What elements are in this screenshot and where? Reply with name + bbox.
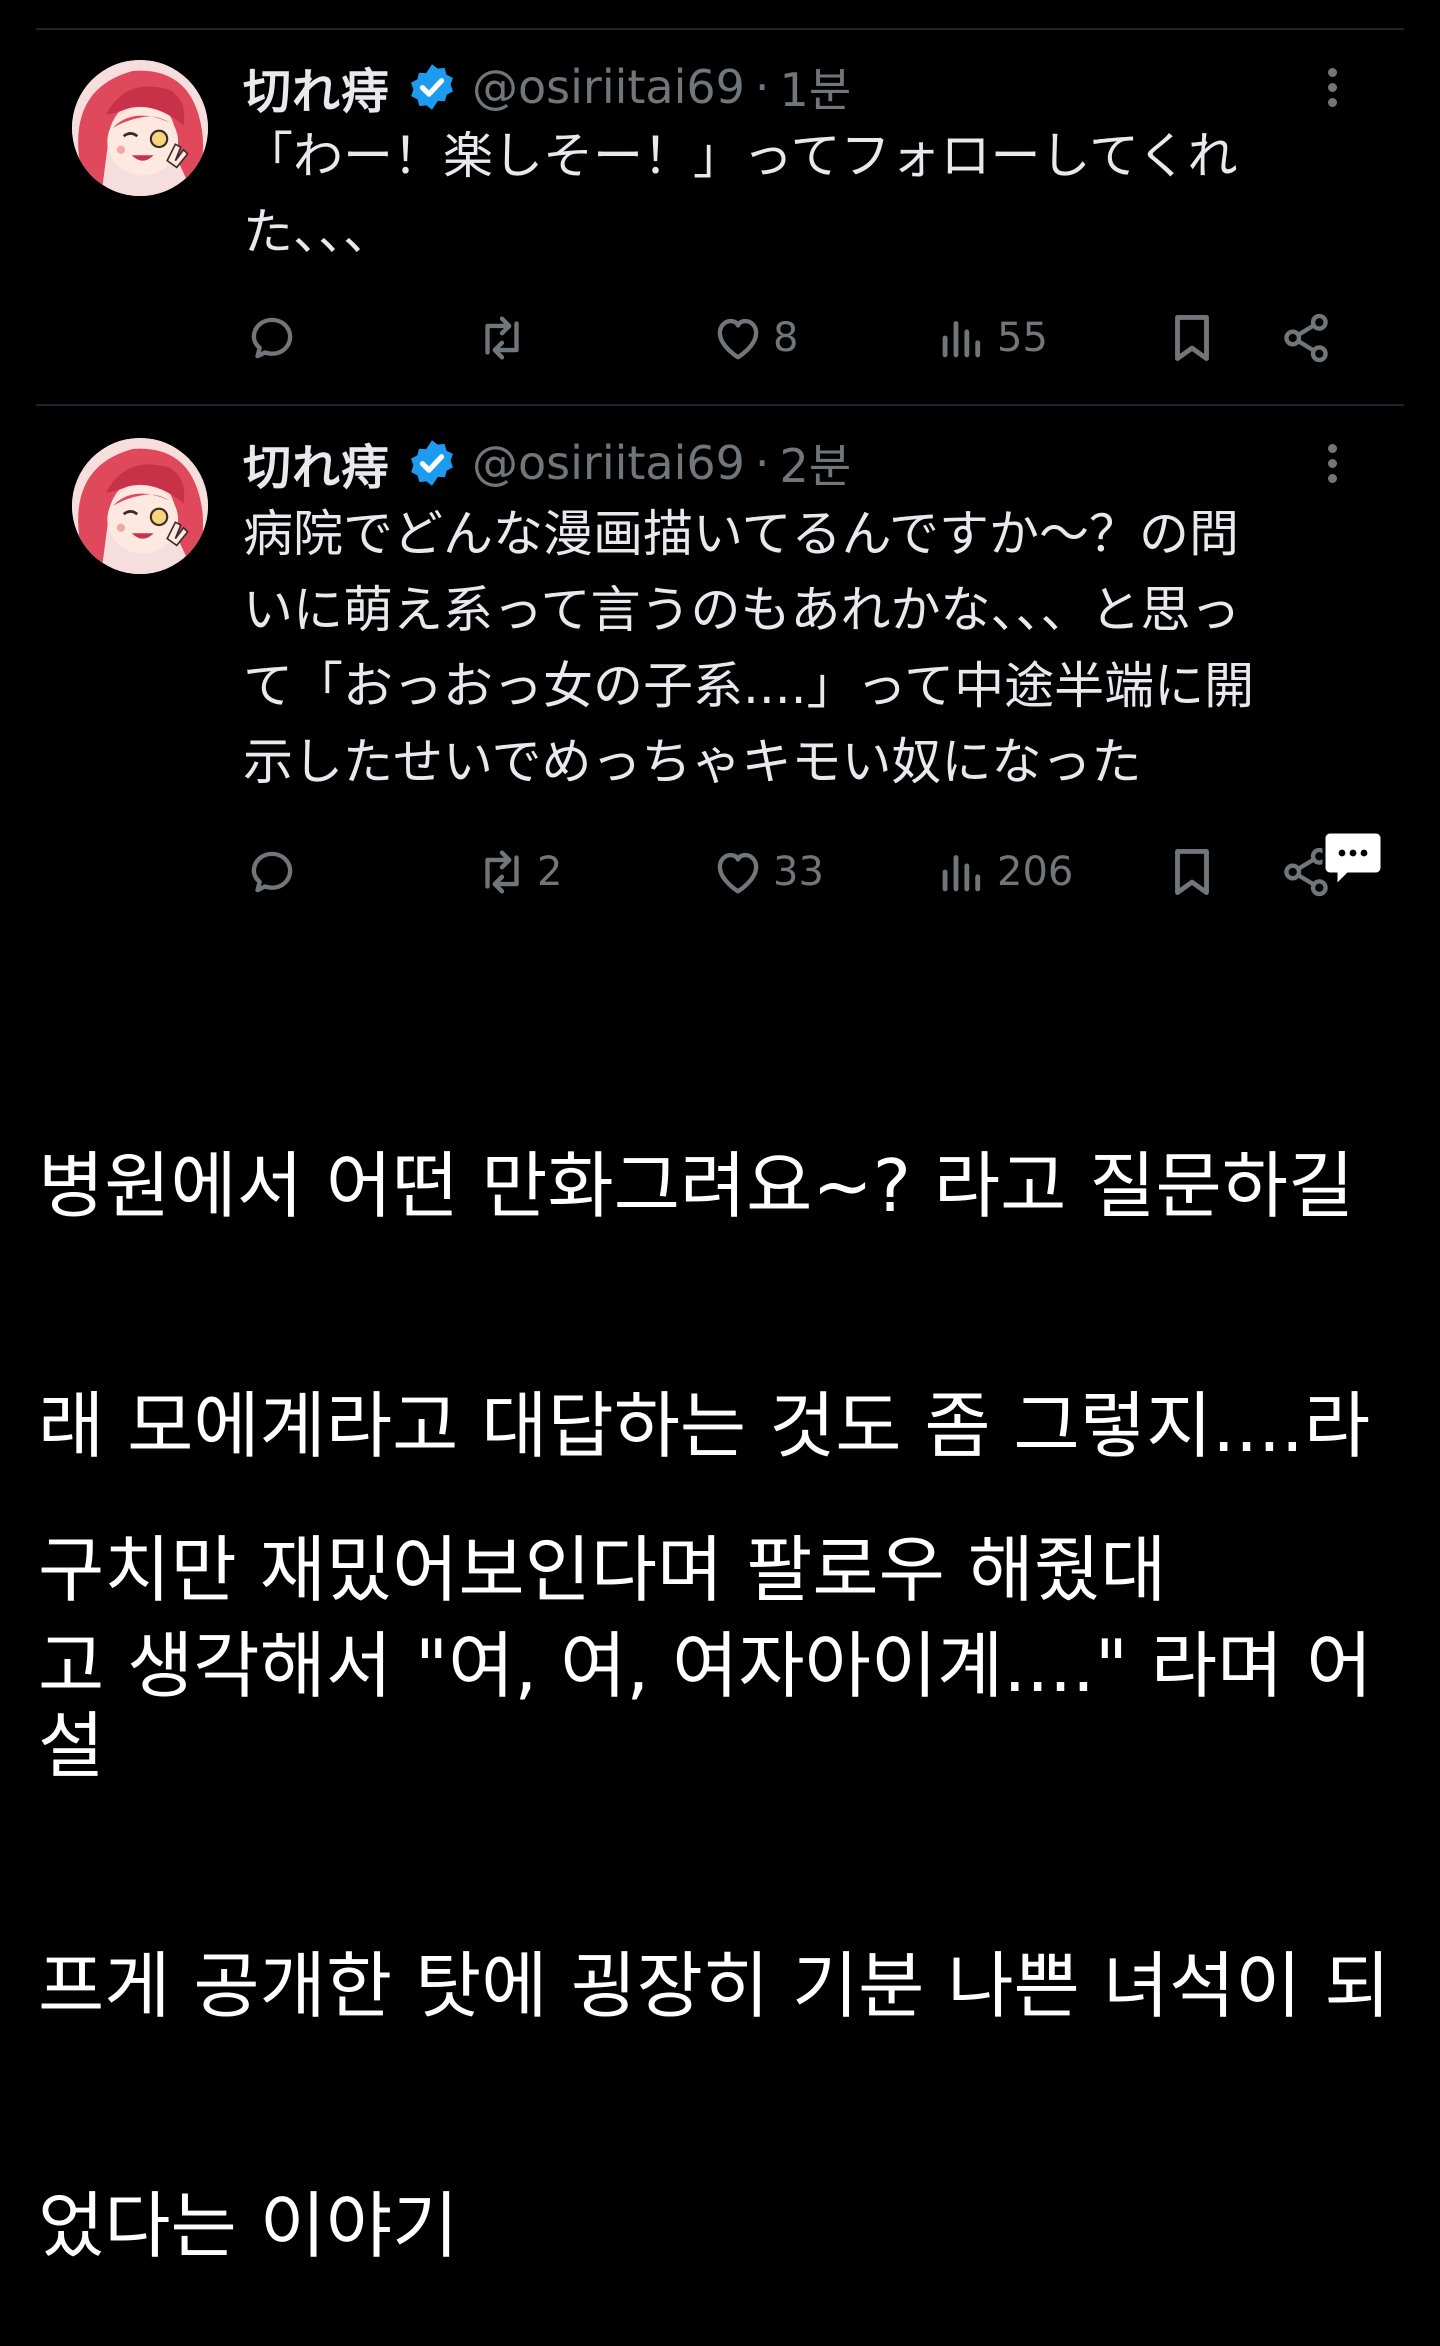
views-icon	[933, 843, 991, 901]
tweet-divider	[36, 404, 1404, 406]
user-handle[interactable]: @osiriitai69	[472, 436, 745, 490]
verified-badge-icon	[406, 61, 458, 113]
caption-footer: 구치만 재밌어보인다며 팔로우 해줬대	[38, 1528, 1167, 1612]
tweet-text-line: 「わー！楽しそー！」ってフォローしてくれ	[243, 127, 1238, 185]
caption-line: 었다는 이야기	[38, 2184, 459, 2268]
like-icon	[709, 843, 767, 901]
views-button[interactable]: 55	[933, 308, 1048, 368]
like-count: 8	[773, 315, 799, 361]
user-handle[interactable]: @osiriitai69	[472, 60, 745, 114]
reply-icon	[243, 843, 301, 901]
repost-count: 2	[537, 849, 563, 895]
avatar[interactable]	[72, 438, 208, 574]
tweet-text-line: て「おっおっ女の子系....」って中途半端に開	[243, 657, 1255, 715]
tweet-text: 病院でどんな漫画描いてるんですか〜？の問 いに萌え系って言うのもあれかな、、、と…	[243, 496, 1363, 800]
verified-badge-icon	[406, 437, 458, 489]
top-divider	[36, 28, 1404, 30]
timestamp[interactable]: 1분	[780, 54, 852, 120]
repost-icon	[473, 309, 531, 367]
like-icon	[709, 309, 767, 367]
share-icon	[1277, 309, 1335, 367]
reply-button[interactable]	[243, 308, 307, 368]
tweet-text-line: 病院でどんな漫画描いてるんですか〜？の問	[243, 505, 1239, 563]
like-button[interactable]: 33	[709, 842, 824, 902]
more-icon[interactable]	[1322, 444, 1342, 490]
views-count: 55	[997, 315, 1048, 361]
reply-button[interactable]	[243, 842, 307, 902]
repost-button[interactable]	[473, 308, 537, 368]
like-count: 33	[773, 849, 824, 895]
display-name[interactable]: 切れ痔	[243, 52, 390, 122]
tweet-header: 切れ痔 @osiriitai69 · 1분	[243, 52, 851, 122]
bookmark-icon	[1163, 843, 1221, 901]
caption-line: 프게 공개한 탓에 굉장히 기분 나쁜 녀석이 되	[38, 1944, 1391, 2028]
translation-caption: 병원에서 어떤 만화그려요~? 라고 질문하길 래 모에계라고 대답하는 것도 …	[38, 986, 1418, 2346]
repost-button[interactable]: 2	[473, 842, 562, 902]
caption-line: 고 생각해서 "여, 여, 여자아이계...." 라며 어설	[38, 1624, 1373, 1788]
bookmark-icon	[1163, 309, 1221, 367]
repost-icon	[473, 843, 531, 901]
separator: ·	[754, 60, 770, 114]
caption-line: 병원에서 어떤 만화그려요~? 라고 질문하길	[38, 1144, 1355, 1228]
views-button[interactable]: 206	[933, 842, 1073, 902]
share-button[interactable]	[1277, 308, 1335, 368]
bookmark-button[interactable]	[1163, 842, 1221, 902]
tweet-text: 「わー！楽しそー！」ってフォローしてくれ た、、、	[243, 118, 1363, 270]
tweet-header: 切れ痔 @osiriitai69 · 2분	[243, 428, 851, 498]
bookmark-button[interactable]	[1163, 308, 1221, 368]
views-icon	[933, 309, 991, 367]
timestamp[interactable]: 2분	[780, 430, 852, 496]
caption-line: 래 모에계라고 대답하는 것도 좀 그렇지....라	[38, 1384, 1371, 1468]
tweet-text-line: 示したせいでめっちゃキモい奴になった	[243, 733, 1142, 791]
action-bar: 2 33 206	[243, 842, 1363, 902]
reply-icon	[243, 309, 301, 367]
like-button[interactable]: 8	[709, 308, 798, 368]
views-count: 206	[997, 849, 1074, 895]
display-name[interactable]: 切れ痔	[243, 428, 390, 498]
tweet-text-line: いに萌え系って言うのもあれかな、、、と思っ	[243, 581, 1241, 639]
more-icon[interactable]	[1322, 68, 1342, 114]
avatar[interactable]	[72, 60, 208, 196]
action-bar: 8 55	[243, 308, 1363, 368]
chat-bubble-icon[interactable]	[1322, 828, 1384, 890]
separator: ·	[754, 436, 770, 490]
tweet-text-line: た、、、	[243, 203, 393, 261]
